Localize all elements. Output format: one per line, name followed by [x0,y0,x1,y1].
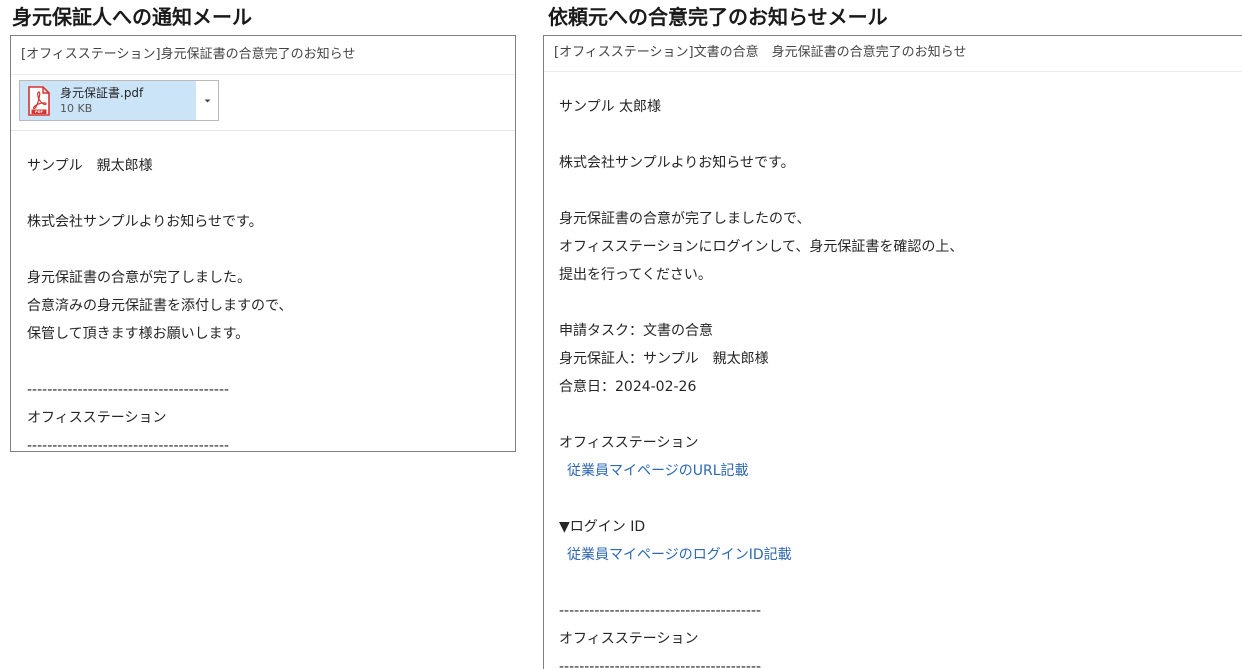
guarantor-line: 身元保証人：サンプル 親太郎様 [559,351,769,367]
task-line: 申請タスク：文書の合意 [559,323,713,339]
email-body: サンプル 太郎様 株式会社サンプルよりお知らせです。 身元保証書の合意が完了しま… [544,72,1242,669]
guarantor-notification-email: [オフィスステーション]身元保証書の合意完了のお知らせ PDF 身元保証書.pd… [10,35,516,452]
message-line: 身元保証書の合意が完了しました。 [27,270,251,286]
message-line: 保管して頂きます様お願いします。 [27,326,250,342]
mypage-url-link[interactable]: 従業員マイページのURL記載 [559,457,1242,485]
requester-completion-email: [オフィスステーション]文書の合意 身元保証書の合意完了のお知らせ サンプル 太… [543,35,1242,669]
pdf-file-icon: PDF [28,85,50,116]
message-line: 提出を行ってください。 [559,267,712,283]
attachment-menu-button[interactable] [196,81,218,120]
login-id-link-text[interactable]: 従業員マイページのログインID記載 [567,547,792,563]
attachment-filename: 身元保証書.pdf [60,86,144,100]
chevron-down-icon [204,99,210,102]
separator-line: ---------------------------------------- [27,438,230,452]
attachment-info: 身元保証書.pdf 10 KB [60,85,143,116]
attachment-size: 10 KB [60,102,93,115]
greeting-line: サンプル 太郎様 [559,99,662,115]
mypage-url-link-text[interactable]: 従業員マイページのURL記載 [567,463,749,479]
intro-line: 株式会社サンプルよりお知らせです。 [559,155,795,171]
email-subject: [オフィスステーション]身元保証書の合意完了のお知らせ [11,36,515,75]
message-line: 身元保証書の合意が完了しましたので、 [559,211,811,227]
signature-line: オフィスステーション [559,631,699,647]
email-subject: [オフィスステーション]文書の合意 身元保証書の合意完了のお知らせ [544,36,1242,72]
attachment-open-area[interactable]: PDF 身元保証書.pdf 10 KB [20,81,196,120]
attachment-item[interactable]: PDF 身元保証書.pdf 10 KB [19,80,219,121]
agreed-date-line: 合意日：2024-02-26 [559,379,697,395]
separator-line: ---------------------------------------- [559,603,762,619]
svg-text:PDF: PDF [35,110,44,114]
login-id-label: ▼ログイン ID [559,519,646,535]
left-section-heading: 身元保証人への通知メール [12,5,252,29]
greeting-line: サンプル 親太郎様 [27,158,153,174]
message-line: オフィスステーションにログインして、身元保証書を確認の上、 [559,239,964,255]
login-id-link[interactable]: 従業員マイページのログインID記載 [559,541,1242,569]
signature-line: オフィスステーション [27,410,167,426]
right-section-heading: 依頼元への合意完了のお知らせメール [548,5,888,29]
separator-line: ---------------------------------------- [559,659,762,669]
separator-line: ---------------------------------------- [27,382,230,398]
intro-line: 株式会社サンプルよりお知らせです。 [27,214,263,230]
message-line: 合意済みの身元保証書を添付しますので、 [27,298,293,314]
email-body: サンプル 親太郎様 株式会社サンプルよりお知らせです。 身元保証書の合意が完了し… [11,131,515,452]
service-name-line: オフィスステーション [559,435,699,451]
attachment-bar: PDF 身元保証書.pdf 10 KB [11,75,515,131]
